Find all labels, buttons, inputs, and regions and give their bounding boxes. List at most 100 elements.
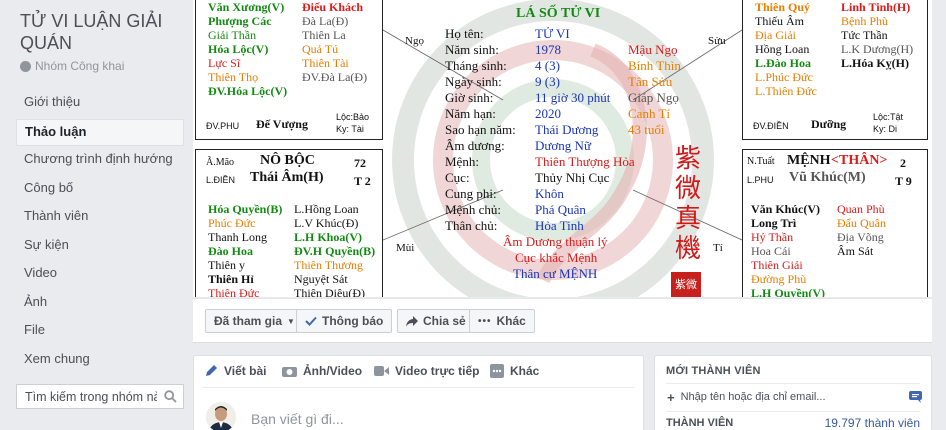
info-label: Họ tên: (445, 26, 484, 41)
nav-item-about[interactable]: Giới thiệu (16, 90, 184, 117)
palace-middle-right: N.Tuất MỆNH <THÂN> 2 L.PHU Vũ Khúc(M) T … (742, 149, 928, 297)
page-edge (932, 0, 946, 430)
add-member-input[interactable] (680, 391, 903, 403)
seal-char: 紫 (675, 144, 702, 174)
extra-day: Tân Sửu (628, 74, 673, 89)
seal-char: 機 (675, 234, 702, 264)
info-label: Năm hạn: (445, 106, 496, 121)
message-icon[interactable] (909, 391, 922, 403)
nav-item-events[interactable]: Sự kiện (16, 233, 184, 260)
group-title[interactable]: TỬ VI LUẬN GIẢI QUÁN (20, 10, 185, 54)
star: Phúc Đức (208, 216, 256, 230)
palace-than: <THÂN> (831, 153, 888, 168)
tab-photo-video[interactable]: Ảnh/Video (282, 364, 362, 378)
star: Hoa Cái (751, 244, 791, 258)
footer-line: Thân cư MỆNH (513, 266, 598, 281)
info-value: 4 (3) (535, 58, 560, 73)
star: Thanh Long (208, 230, 267, 244)
star: Nguyệt Sát (294, 272, 348, 286)
nav-item-files[interactable]: File (16, 318, 184, 345)
privacy-label: Nhóm Công khai (35, 59, 125, 73)
palace-sub: L.ĐIỀN (206, 175, 236, 185)
notify-label: Thông báo (322, 314, 384, 328)
share-label: Chia sẻ (423, 314, 466, 328)
seal-char: 微 (675, 174, 702, 204)
info-label: Mệnh: (445, 154, 479, 169)
info-label: Cục: (445, 170, 470, 185)
tab-more[interactable]: Khác (490, 364, 539, 378)
tab-label: Viết bài (224, 364, 267, 378)
tab-write-post[interactable]: Viết bài (204, 364, 266, 378)
corner-ngo: Ngọ (405, 35, 424, 47)
avatar[interactable] (206, 402, 236, 430)
star: L.Đào Hoa (755, 56, 812, 70)
tab-live-video[interactable]: Video trực tiếp (374, 364, 480, 378)
members-label: THÀNH VIÊN (666, 417, 734, 429)
star: Địa Võng (837, 230, 884, 244)
star: Quả Tú (302, 42, 339, 56)
extra-year: Mậu Ngọ (628, 42, 678, 57)
nav-item-members[interactable]: Thành viên (16, 204, 184, 231)
star: Thiên Hỉ (208, 272, 254, 286)
info-label: Âm dương: (445, 138, 505, 153)
star: Thiên Quý (755, 0, 811, 14)
info-label: Thân chủ: (445, 218, 498, 233)
info-value: 1978 (535, 42, 561, 57)
info-value: 9 (3) (535, 74, 560, 89)
star: Đào Hoa (208, 244, 253, 258)
grid-icon (490, 364, 504, 378)
star: Văn Xương(V) (208, 0, 285, 14)
nav-item-videos[interactable]: Video (16, 261, 184, 288)
nav-item-photos[interactable]: Ảnh (16, 290, 184, 317)
main-star: Vũ Khúc(M) (789, 170, 866, 185)
info-label: Mệnh chủ: (445, 202, 501, 217)
user-photo (206, 402, 236, 430)
more-button[interactable]: ••• Khác (469, 309, 535, 333)
star: Thiên Tài (302, 56, 349, 70)
group-nav: Giới thiệu Thảo luận Chương trình định h… (16, 90, 184, 375)
notifications-button[interactable]: Thông báo (296, 309, 393, 333)
tu-vi-chart: Văn Xương(V) Điếu Khách Phượng Các Đà La(Đ… (193, 0, 932, 297)
cover-photo[interactable]: Văn Xương(V) Điếu Khách Phượng Các Đà La(Đ… (193, 0, 932, 297)
star: L.Phúc Đức (755, 70, 813, 84)
joined-button[interactable]: Đã tham gia ▼ (205, 309, 304, 333)
star: Thiên Thương (294, 258, 363, 272)
star: Long Trì (751, 216, 797, 230)
add-member-row: + (667, 387, 922, 407)
pencil-icon (206, 365, 217, 376)
info-value: 11 giờ 30 phút (535, 90, 611, 105)
nav-item-guides[interactable]: Chương trình định hướng (16, 147, 184, 174)
share-button[interactable]: Chia sẻ (397, 309, 475, 333)
member-count-link[interactable]: 19.797 thành viên (825, 416, 920, 430)
search-button[interactable] (157, 385, 183, 408)
star: L.Hóa Kỵ(H) (841, 56, 909, 70)
star: Tức Thần (841, 28, 888, 42)
nav-item-discussion[interactable]: Thảo luận (16, 118, 184, 146)
star: Thiên Thọ (208, 70, 259, 84)
info-value: Thủy Nhị Cục (535, 170, 610, 185)
palace-branch: N.Tuất (747, 156, 775, 167)
palace-t: T 2 (354, 174, 371, 188)
star: L.H Quyền(V) (751, 286, 826, 297)
info-label: Năm sinh: (445, 42, 499, 57)
star: Thiên Đức (208, 286, 260, 297)
globe-icon (20, 60, 31, 72)
star: Thiên La (302, 28, 346, 42)
nav-item-watch-party[interactable]: Xem chung (16, 347, 184, 374)
star: ĐV.Hóa Lộc(V) (208, 84, 288, 98)
camera-icon (282, 367, 297, 377)
palace-middle-left: Ã.Mão NÔ BỘC 72 L.ĐIỀN Thái Âm(H) T 2 Hó… (195, 149, 383, 297)
nav-item-announcements[interactable]: Công bố (16, 176, 184, 203)
star: L.H Khoa(V) (294, 230, 363, 244)
post-input[interactable]: Bạn viết gì đi... (251, 411, 344, 427)
star: Đẩu Quân (837, 216, 886, 230)
video-icon (374, 366, 389, 376)
star: Bệnh Phù (841, 14, 889, 28)
plus-icon: + (667, 389, 675, 405)
palace-status: Dưỡng (811, 117, 847, 131)
star: ĐV.H Quyền(B) (294, 244, 376, 258)
corner-suu: Sửu (708, 35, 726, 47)
group-search-input[interactable] (17, 389, 157, 404)
palace-t: T 9 (895, 174, 912, 188)
more-label: Khác (496, 314, 526, 328)
